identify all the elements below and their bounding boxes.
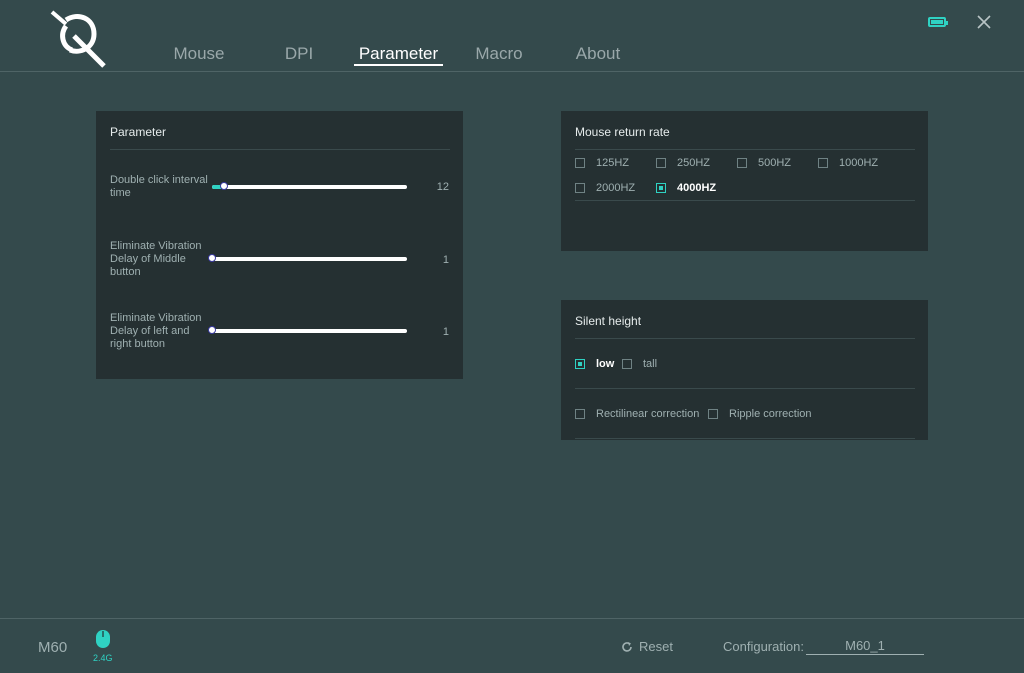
tab-bar: Mouse DPI Parameter Macro About bbox=[0, 44, 1024, 68]
tab-macro[interactable]: Macro bbox=[473, 44, 525, 64]
middle-button-delay-label: Eliminate Vibration Delay of Middle butt… bbox=[110, 240, 202, 278]
checkbox-label: Rectilinear correction bbox=[596, 408, 700, 420]
tab-parameter[interactable]: Parameter bbox=[356, 44, 441, 64]
double-click-value: 12 bbox=[436, 181, 449, 193]
silent-height-panel: Silent height low tall Rectilinear corre… bbox=[561, 300, 928, 440]
divider bbox=[575, 388, 915, 389]
checkbox-label: 125HZ bbox=[596, 157, 630, 169]
middle-button-delay-value: 1 bbox=[442, 254, 449, 266]
active-tab-indicator bbox=[354, 64, 443, 66]
wireless-label: 2.4G bbox=[93, 653, 113, 663]
model-name: M60 bbox=[38, 639, 68, 656]
panel-title: Silent height bbox=[575, 314, 642, 328]
divider bbox=[575, 200, 915, 201]
checkbox-label: tall bbox=[643, 358, 658, 370]
ripple-correction-checkbox[interactable]: Ripple correction bbox=[708, 408, 812, 420]
footer-bar: M60 2.4G Reset Configuration: bbox=[0, 618, 1024, 673]
divider bbox=[575, 149, 915, 150]
tab-mouse[interactable]: Mouse bbox=[172, 44, 226, 64]
left-right-delay-value: 1 bbox=[442, 326, 449, 338]
tab-about[interactable]: About bbox=[573, 44, 623, 64]
rate-500hz-checkbox[interactable]: 500HZ bbox=[737, 157, 791, 169]
double-click-slider[interactable] bbox=[212, 182, 407, 190]
divider bbox=[575, 438, 915, 439]
reset-label: Reset bbox=[639, 639, 673, 654]
configuration-input[interactable] bbox=[806, 636, 924, 655]
parameter-panel: Parameter Double click interval time 12 … bbox=[96, 111, 463, 379]
top-bar: Mouse DPI Parameter Macro About bbox=[0, 0, 1024, 72]
middle-button-delay-slider[interactable] bbox=[208, 254, 407, 262]
left-right-delay-label: Eliminate Vibration Delay of left and ri… bbox=[110, 312, 202, 350]
slider-thumb[interactable] bbox=[208, 254, 216, 262]
checkbox-label: 1000HZ bbox=[839, 157, 879, 169]
return-rate-panel: Mouse return rate 125HZ 250HZ 500HZ 1000… bbox=[561, 111, 928, 251]
double-click-label: Double click interval time bbox=[110, 174, 208, 199]
rate-2000hz-checkbox[interactable]: 2000HZ bbox=[575, 182, 635, 194]
rate-4000hz-checkbox[interactable]: 4000HZ bbox=[656, 182, 716, 194]
checkbox-label: Ripple correction bbox=[729, 408, 812, 420]
checkbox-label: 250HZ bbox=[677, 157, 711, 169]
slider-thumb[interactable] bbox=[220, 182, 228, 190]
silent-low-checkbox[interactable]: low bbox=[575, 358, 614, 370]
tab-dpi[interactable]: DPI bbox=[283, 44, 315, 64]
refresh-icon bbox=[622, 641, 632, 652]
checkbox-label: 2000HZ bbox=[596, 182, 636, 194]
slider-thumb[interactable] bbox=[208, 326, 216, 334]
checkbox-label: 500HZ bbox=[758, 157, 792, 169]
mouse-icon bbox=[96, 630, 110, 648]
silent-tall-checkbox[interactable]: tall bbox=[622, 358, 657, 370]
rectilinear-correction-checkbox[interactable]: Rectilinear correction bbox=[575, 408, 699, 420]
panel-title: Mouse return rate bbox=[575, 125, 670, 139]
divider bbox=[110, 149, 450, 150]
checkbox-label: 4000HZ bbox=[677, 182, 717, 194]
rate-1000hz-checkbox[interactable]: 1000HZ bbox=[818, 157, 878, 169]
checkbox-label: low bbox=[596, 358, 615, 370]
divider bbox=[575, 338, 915, 339]
close-icon[interactable] bbox=[974, 12, 994, 32]
configuration-label: Configuration: bbox=[723, 639, 804, 654]
battery-icon bbox=[928, 17, 948, 27]
rate-125hz-checkbox[interactable]: 125HZ bbox=[575, 157, 629, 169]
panel-title: Parameter bbox=[110, 125, 167, 139]
left-right-delay-slider[interactable] bbox=[208, 326, 407, 334]
rate-250hz-checkbox[interactable]: 250HZ bbox=[656, 157, 710, 169]
reset-button[interactable]: Reset bbox=[621, 639, 673, 654]
